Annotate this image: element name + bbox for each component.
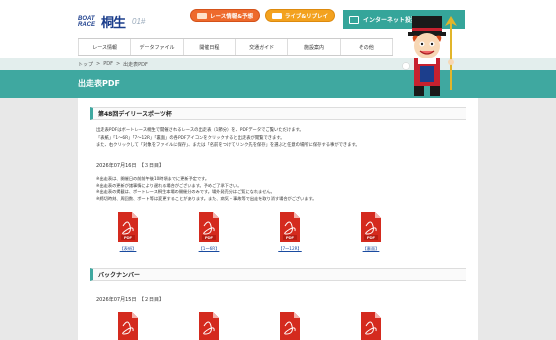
breadcrumb-separator: > xyxy=(96,61,101,67)
pdf-label[interactable]: 【1～6R】 xyxy=(190,246,228,252)
nav-item-schedule[interactable]: 開催日程 xyxy=(184,39,236,55)
nav-item-facilities[interactable]: 施設案内 xyxy=(288,39,341,55)
description-line: また、右クリックして「対象をファイルに保存」、または「名前をつけてリンク先を保存… xyxy=(96,143,360,148)
svg-text:PDF: PDF xyxy=(367,235,376,240)
mascot-character xyxy=(402,16,457,96)
svg-text:PDF: PDF xyxy=(124,235,133,240)
note-line: ※締切時刻、周回数、ボート等は変更することがあります。また、病気・事故等で出走を… xyxy=(96,195,317,201)
breadcrumb-separator: > xyxy=(115,61,121,67)
pdf-icon xyxy=(361,312,381,340)
logo-name: 桐生 xyxy=(101,16,126,31)
backnumber-title: バックナンバー xyxy=(90,268,466,281)
race-info-label: レース情報&予想 xyxy=(209,13,254,20)
breadcrumb-pdf[interactable]: PDF xyxy=(103,61,113,68)
computer-icon xyxy=(349,15,359,24)
race-date: 2026年07月15日 【２日目】 xyxy=(96,297,164,303)
pdf-download-back[interactable]: PDF 【裏面】 xyxy=(358,212,384,251)
pdf-icon: PDF xyxy=(199,212,219,242)
notes: ※出走表は、開催日の前前午後10時頃までに更新予定です。 ※出走表の更新が諸事情… xyxy=(96,176,316,202)
pdf-download-cover-past[interactable] xyxy=(115,312,141,340)
pdf-icon: PDF xyxy=(118,212,138,242)
description-line: 出走表PDFはボートレース桐生で開催されるレースの出走表（1節分）を、PDFデー… xyxy=(96,128,304,133)
nav-item-race-info[interactable]: レース情報 xyxy=(78,39,132,55)
main-nav: レース情報 データファイル 開催日程 交通ガイド 施設案内 その他 xyxy=(78,38,393,56)
pdf-download-r7-12-past[interactable] xyxy=(277,312,303,340)
live-replay-label: ライブ&リプレイ xyxy=(284,13,329,20)
description-line: 「表紙」「1～6R」「7～12R」「裏面」の各PDFアイコンをクリックすると出走… xyxy=(96,135,285,141)
pdf-icon xyxy=(280,312,300,340)
boat-icon xyxy=(196,12,207,19)
breadcrumb-top[interactable]: トップ xyxy=(78,61,93,68)
breadcrumb: トップ > PDF > 出走表PDF xyxy=(78,61,148,68)
pdf-download-r7-12[interactable]: PDF 【7～12R】 xyxy=(277,212,303,251)
svg-text:PDF: PDF xyxy=(286,235,295,240)
pdf-download-r1-6-past[interactable] xyxy=(196,312,222,340)
pdf-download-r1-6[interactable]: PDF 【1～6R】 xyxy=(196,212,222,251)
page-title: 出走表PDF xyxy=(78,79,120,88)
race-info-button[interactable]: レース情報&予想 xyxy=(190,9,260,22)
nav-item-other[interactable]: その他 xyxy=(341,39,393,55)
logo-boat-race: BOAT RACE xyxy=(78,15,96,28)
live-replay-button[interactable]: ライブ&リプレイ xyxy=(265,9,335,22)
pdf-label[interactable]: 【裏面】 xyxy=(352,246,390,252)
nav-item-access[interactable]: 交通ガイド xyxy=(236,39,289,55)
section-title: 第48回デイリースポーツ杯 xyxy=(90,107,466,120)
pdf-icon xyxy=(199,312,219,340)
pdf-label[interactable]: 【7～12R】 xyxy=(271,246,309,252)
pdf-icon xyxy=(118,312,138,340)
breadcrumb-current: 出走表PDF xyxy=(123,62,148,68)
nav-item-data-file[interactable]: データファイル xyxy=(131,39,184,55)
pdf-download-cover[interactable]: PDF 【表紙】 xyxy=(115,212,141,251)
race-date: 2026年07月16日 【３日目】 xyxy=(96,163,164,169)
pdf-icon: PDF xyxy=(280,212,300,242)
pdf-label[interactable]: 【表紙】 xyxy=(109,246,147,252)
svg-text:PDF: PDF xyxy=(205,235,214,240)
pdf-icon: PDF xyxy=(361,212,381,242)
pdf-download-back-past[interactable] xyxy=(358,312,384,340)
monitor-icon xyxy=(271,12,282,19)
description: 出走表PDFはボートレース桐生で開催されるレースの出走表（1節分）を、PDFデー… xyxy=(96,127,466,150)
logo-number: 01# xyxy=(132,17,146,26)
site-logo[interactable]: BOAT RACE 桐生 01# xyxy=(78,12,146,32)
